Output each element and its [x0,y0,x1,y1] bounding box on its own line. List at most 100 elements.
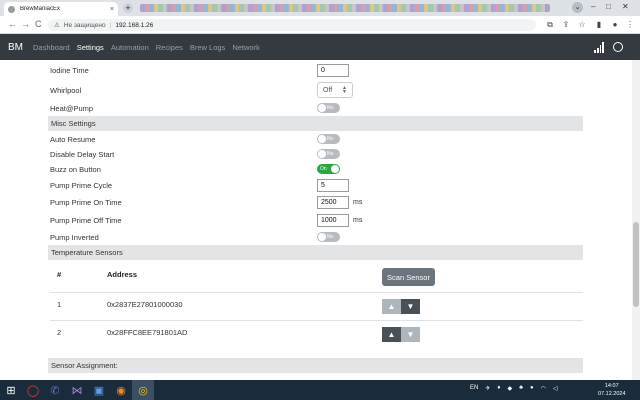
table-divider [50,292,583,293]
select-value: Off [323,86,333,94]
setting-pump-prime-on-time: Pump Prime On Time ms [50,194,583,210]
tray-app-icon[interactable]: ◆ [507,385,512,392]
visual-studio-icon[interactable]: ⋈ [66,380,88,400]
scan-sensor-button[interactable]: Scan Sensor [382,268,435,286]
windows-start-icon[interactable]: ⊞ [0,380,22,400]
sensor-1-order-buttons: ▲ ▼ [382,299,421,314]
move-down-button[interactable]: ▼ [401,299,420,314]
browser-toolbar: ← → C ⚠ Не защищено | 192.168.1.26 ⧉ ⇪ ☆… [0,16,640,34]
table-divider [50,320,583,321]
sensor-row-address: 0x2837E27801000030 [107,300,183,309]
setting-label: Buzz on Button [50,164,101,174]
unit-label: ms [353,198,363,206]
tab-close-icon[interactable]: × [110,6,114,13]
nav-brew-logs[interactable]: Brew Logs [190,43,225,52]
nav-dashboard[interactable]: Dashboard [33,43,70,52]
move-up-button[interactable]: ▲ [382,299,401,314]
tab-search-chevron-icon[interactable]: ⌄ [572,2,583,13]
scrollbar-thumb[interactable] [633,222,639,307]
browser-tabstrip: BrewManiacEx × + ⌄ – □ ✕ [0,0,640,16]
toggle-text: No [327,233,334,240]
maximize-icon[interactable]: □ [606,2,611,11]
reload-button[interactable]: C [35,19,42,29]
sensor-row-number: 1 [57,300,62,309]
browser-tab[interactable]: BrewManiacEx × [4,2,118,16]
setting-label: Auto Resume [50,134,96,144]
bookmark-star-icon[interactable]: ☆ [578,20,586,29]
toggle-knob [318,233,326,241]
page-scrollbar[interactable] [632,60,640,380]
toggle-knob [331,165,339,173]
brand-logo[interactable]: BM [8,42,23,53]
close-window-icon[interactable]: ✕ [622,2,629,11]
move-up-button[interactable]: ▲ [382,327,401,342]
side-panel-icon[interactable]: ▮ [595,20,603,29]
heat-pump-toggle[interactable]: No [317,103,340,113]
setting-heat-pump: Heat@Pump No [50,100,583,116]
save-app-icon[interactable]: ▣ [88,380,110,400]
column-header-number: # [57,270,62,279]
setting-pump-prime-off-time: Pump Prime Off Time ms [50,212,583,228]
volume-icon[interactable]: ◁ [553,385,558,392]
sensor-row-number: 2 [57,328,62,337]
github-icon[interactable] [613,42,623,52]
forward-button[interactable]: → [21,19,30,29]
network-icon[interactable]: ◠ [541,385,546,392]
setting-label: Pump Prime Cycle [50,180,113,190]
setting-disable-delay-start: Disable Delay Start No [50,146,583,162]
system-clock[interactable]: 14:07 07.12.2024 [598,382,626,398]
tab-favicon-icon [8,5,15,13]
whirlpool-select[interactable]: Off ▲ ▼ [317,82,353,98]
system-tray: EN ✈ ♦ ◆ ♣ ● ◠ ◁ [470,385,558,392]
column-header-address: Address [107,270,138,279]
translate-icon[interactable]: ⧉ [546,20,554,29]
setting-label: Heat@Pump [50,103,94,113]
pump-prime-off-time-input[interactable] [317,213,349,227]
firefox-icon[interactable]: ◉ [110,380,132,400]
browser-menu-icon[interactable]: ⋮ [626,20,634,29]
tab-title: BrewManiacEx [20,6,61,12]
toggle-knob [318,150,326,158]
toggle-knob [318,135,326,143]
setting-label: Disable Delay Start [50,149,115,159]
viber-icon[interactable]: ✆ [44,380,66,400]
buzz-on-button-toggle[interactable]: On [317,164,340,174]
setting-label: Pump Inverted [50,232,99,242]
back-button[interactable]: ← [8,19,17,29]
nav-settings[interactable]: Settings [77,43,104,52]
opera-icon[interactable]: ◯ [22,380,44,400]
temperature-sensors-header: Temperature Sensors [48,245,583,260]
tray-app-icon[interactable]: ♣ [519,385,523,392]
new-tab-button[interactable]: + [123,3,133,13]
move-down-button[interactable]: ▼ [401,327,420,342]
pump-prime-on-time-input[interactable] [317,195,349,209]
wifi-signal-icon [594,42,604,53]
setting-label: Pump Prime On Time [50,197,122,207]
nav-network[interactable]: Network [232,43,260,52]
pump-prime-cycle-input[interactable] [317,178,349,192]
url-text: 192.168.1.26 [115,21,154,29]
share-icon[interactable]: ⇪ [562,20,570,29]
tray-app-icon[interactable]: ✈ [485,385,490,392]
warning-icon: ⚠ [54,22,60,29]
setting-label: Whirlpool [50,85,82,95]
sensor-assignment-header: Sensor Assignment: [48,358,583,373]
nav-recipes[interactable]: Recipes [156,43,183,52]
language-indicator[interactable]: EN [470,385,478,392]
nav-automation[interactable]: Automation [111,43,149,52]
setting-label: Iodine Time [50,65,89,75]
auto-resume-toggle[interactable]: No [317,134,340,144]
chrome-icon[interactable]: ◎ [132,380,154,400]
omnibox-separator: | [109,21,112,29]
tray-app-icon[interactable]: ● [530,385,534,392]
unit-label: ms [353,216,363,224]
tray-app-icon[interactable]: ♦ [497,385,500,392]
minimize-icon[interactable]: – [591,2,595,11]
disable-delay-start-toggle[interactable]: No [317,149,340,159]
iodine-time-input[interactable] [317,63,349,77]
profile-icon[interactable]: ● [611,20,619,29]
address-bar[interactable]: ⚠ Не защищено | 192.168.1.26 [48,19,536,31]
setting-pump-prime-cycle: Pump Prime Cycle [50,177,583,193]
tab-strip-blurred-tabs [140,4,550,12]
pump-inverted-toggle[interactable]: No [317,232,340,242]
